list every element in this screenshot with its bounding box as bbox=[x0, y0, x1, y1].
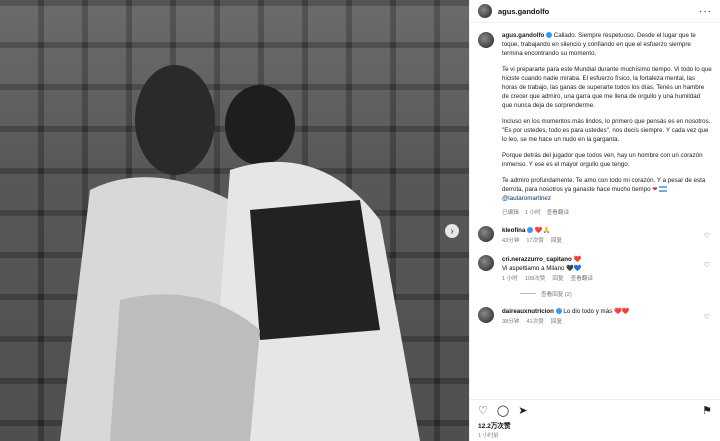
comment-text: ❤️🙏 bbox=[534, 226, 551, 234]
comment-time: 43分钟 bbox=[502, 238, 520, 245]
comment-icon[interactable]: ◯ bbox=[497, 404, 509, 417]
post-footer: ♡ ◯ ➤ ⚑ 12.2万次赞 1 小时前 bbox=[470, 399, 720, 441]
comment-item: cri.nerazzurro_capitano ❤️ Vi aspettiamo… bbox=[478, 254, 712, 284]
caption-paragraph-4: Porque detrás del jugador que todos ven,… bbox=[502, 151, 703, 168]
comment-avatar[interactable] bbox=[478, 254, 494, 271]
verified-badge-icon bbox=[527, 227, 534, 234]
comment-likes[interactable]: 41次赞 bbox=[526, 318, 543, 326]
bookmark-icon[interactable]: ⚑ bbox=[702, 404, 712, 417]
action-bar: ♡ ◯ ➤ ⚑ bbox=[478, 404, 712, 417]
like-comment-icon[interactable]: ♡ bbox=[704, 313, 710, 321]
caption-paragraph-5: Te admiro profundamente. Te amo con todo… bbox=[502, 176, 706, 193]
like-icon[interactable]: ♡ bbox=[478, 404, 488, 417]
username-heart-emoji: ❤️ bbox=[573, 255, 582, 263]
caption-author-username[interactable]: agus.gandolfo bbox=[502, 32, 544, 39]
comment-likes[interactable]: 108次赞 bbox=[525, 275, 546, 283]
reply-button[interactable]: 回复 bbox=[552, 275, 563, 283]
post-photo: › bbox=[0, 0, 469, 441]
photo-subjects bbox=[60, 65, 420, 441]
caption-meta: 已编辑 1 小时 查看翻译 bbox=[502, 209, 712, 217]
next-image-icon[interactable]: › bbox=[445, 224, 459, 238]
like-count[interactable]: 12.2万次赞 bbox=[478, 420, 712, 430]
comment-likes[interactable]: 17次赞 bbox=[526, 237, 543, 245]
comment-username[interactable]: kleofina bbox=[502, 227, 525, 234]
comment-text: Vi aspettiamo a Milano 🖤💙 bbox=[502, 264, 582, 272]
comment-avatar[interactable] bbox=[478, 306, 494, 323]
comment-username[interactable]: cri.nerazzurro_capitano bbox=[502, 256, 572, 263]
comment-avatar[interactable] bbox=[478, 225, 494, 242]
author-avatar[interactable] bbox=[478, 4, 492, 18]
mention-link[interactable]: @lautaromartinez bbox=[502, 195, 551, 202]
post-caption: agus.gandolfo Callado. Siempre respetuos… bbox=[478, 32, 712, 217]
comment-time: 38分钟 bbox=[502, 318, 520, 325]
like-comment-icon[interactable]: ♡ bbox=[704, 261, 710, 269]
share-icon[interactable]: ➤ bbox=[518, 404, 527, 417]
caption-paragraph-2: Te vi prepararte para este Mundial duran… bbox=[502, 65, 712, 109]
comment-username[interactable]: daireauxnutricion bbox=[502, 308, 554, 315]
comment-time: 1 小时 bbox=[502, 276, 518, 283]
more-options-icon[interactable]: ··· bbox=[699, 6, 712, 17]
post-time: 1 小时前 bbox=[478, 433, 499, 439]
view-replies-button[interactable]: 查看回复 (2) bbox=[520, 290, 712, 298]
reply-button[interactable]: 回复 bbox=[551, 318, 562, 326]
like-comment-icon[interactable]: ♡ bbox=[704, 232, 710, 240]
comment-item: daireauxnutricion Lo dio todo y más ❤️❤️… bbox=[478, 306, 712, 327]
heart-emoji-icon: ❤ bbox=[652, 185, 658, 193]
reply-button[interactable]: 回复 bbox=[551, 237, 562, 245]
view-replies-label[interactable]: 查看回复 (2) bbox=[541, 290, 572, 298]
post-side-panel: agus.gandolfo ··· agus.gandolfo Callado.… bbox=[469, 0, 720, 441]
verified-badge-icon bbox=[546, 32, 553, 39]
caption-time: 1 小时 bbox=[524, 209, 541, 216]
verified-badge-icon bbox=[555, 307, 562, 314]
comments-scroll-area[interactable]: agus.gandolfo Callado. Siempre respetuos… bbox=[470, 24, 720, 399]
see-translation-link[interactable]: 查看翻译 bbox=[571, 275, 593, 283]
caption-author-avatar[interactable] bbox=[478, 32, 494, 48]
argentina-flag-icon bbox=[659, 186, 668, 193]
comment-text: Lo dio todo y más ❤️❤️ bbox=[563, 307, 630, 315]
caption-paragraph-3: Incluso en los momentos más lindos, lo p… bbox=[502, 117, 711, 143]
post-header: agus.gandolfo ··· bbox=[470, 0, 720, 23]
comment-item: kleofina ❤️🙏 43分钟 17次赞 回复 ♡ bbox=[478, 225, 712, 246]
author-username[interactable]: agus.gandolfo bbox=[498, 7, 549, 16]
edited-label: 已编辑 bbox=[502, 209, 519, 216]
see-translation-link[interactable]: 查看翻译 bbox=[547, 209, 569, 217]
